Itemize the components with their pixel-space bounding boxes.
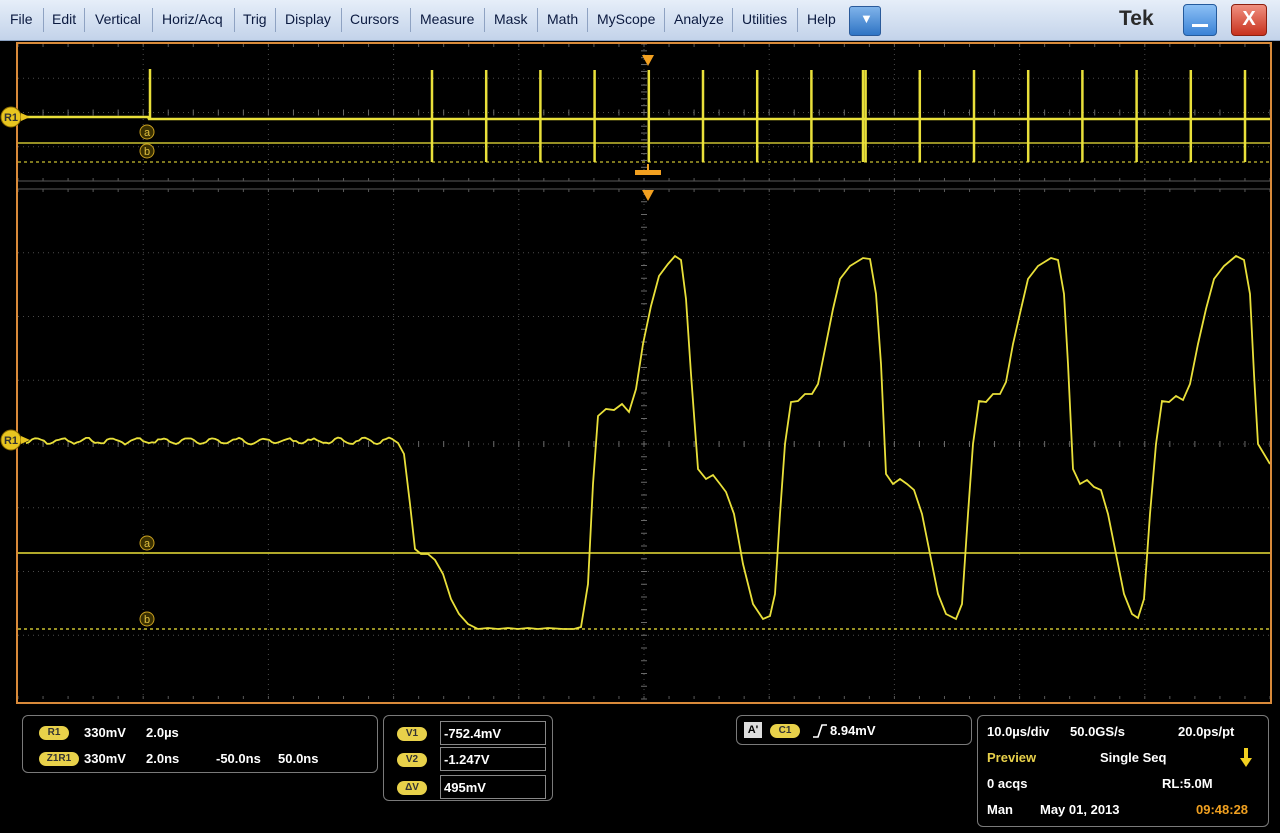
menu-separator <box>537 8 538 32</box>
menu-separator <box>410 8 411 32</box>
menu-measure[interactable]: Measure <box>420 11 474 27</box>
zoom-graticule <box>18 188 1270 700</box>
menu-dropdown-button[interactable]: ▼ <box>849 6 881 36</box>
menu-separator <box>484 8 485 32</box>
z1r1-scale: 330mV <box>84 751 126 766</box>
ref-markers: R1 R1 <box>0 106 30 451</box>
single-seq-arrow-icon <box>1240 748 1252 767</box>
menu-separator <box>797 8 798 32</box>
zoom-ref-label: R1 <box>4 435 18 447</box>
overview-cursor-a-label: a <box>144 127 151 139</box>
v2-badge: V2 <box>397 753 427 767</box>
overview-ref-label: R1 <box>4 112 18 124</box>
minimize-button[interactable] <box>1183 4 1217 36</box>
menu-analyze[interactable]: Analyze <box>674 11 724 27</box>
menu-separator <box>43 8 44 32</box>
zoom-cursor-b-label: b <box>144 614 150 626</box>
acquisition-info-panel[interactable]: 10.0µs/div 50.0GS/s 20.0ps/pt Preview Si… <box>977 715 1269 827</box>
menu-display[interactable]: Display <box>285 11 331 27</box>
minimize-icon <box>1192 24 1208 27</box>
trigger-a-label: A' <box>744 722 762 738</box>
menu-vertical[interactable]: Vertical <box>95 11 141 27</box>
trigger-info-panel[interactable]: A' C1 8.94mV <box>736 715 972 745</box>
run-mode[interactable]: Single Seq <box>1100 750 1166 765</box>
record-length: RL:5.0M <box>1162 776 1213 791</box>
v2-value: -1.247V <box>444 752 490 767</box>
zoom-cursor-a-label: a <box>144 538 151 550</box>
z1r1-width: 50.0ns <box>278 751 319 766</box>
z1r1-badge[interactable]: Z1R1 <box>39 752 79 766</box>
overview-cursor-b-label: b <box>144 146 150 158</box>
menu-separator <box>275 8 276 32</box>
resolution: 20.0ps/pt <box>1178 724 1235 739</box>
v1-value: -752.4mV <box>444 726 502 741</box>
menu-separator <box>664 8 665 32</box>
acquisition-time: 09:48:28 <box>1196 802 1249 817</box>
v1-value-box: -752.4mV <box>440 721 546 745</box>
zoom-trace <box>25 254 1270 630</box>
reference-info-panel[interactable]: R1 330mV 2.0µs Z1R1 330mV 2.0ns -50.0ns … <box>22 715 378 773</box>
cursor-readout-panel[interactable]: V1 -752.4mV V2 -1.247V ΔV 495mV <box>383 715 553 801</box>
brand-logo: Tek <box>1119 7 1154 30</box>
menu-separator <box>234 8 235 32</box>
trigger-level: 8.94mV <box>830 723 876 738</box>
sample-rate: 50.0GS/s <box>1070 724 1125 739</box>
delta-v-value-box: 495mV <box>440 775 546 799</box>
menu-horiz-acq[interactable]: Horiz/Acq <box>162 11 223 27</box>
v1-badge: V1 <box>397 727 427 741</box>
waveform-display[interactable]: a b a b <box>16 42 1272 704</box>
acquisition-mode: Preview <box>987 750 1037 765</box>
menu-separator <box>732 8 733 32</box>
menu-separator <box>84 8 85 32</box>
close-icon: X <box>1242 8 1256 30</box>
menu-mask[interactable]: Mask <box>494 11 527 27</box>
r1-scale: 330mV <box>84 725 126 740</box>
trigger-mode: Man <box>987 802 1013 817</box>
menu-help[interactable]: Help <box>807 11 836 27</box>
menu-separator <box>152 8 153 32</box>
menu-trig[interactable]: Trig <box>243 11 267 27</box>
z1r1-time: 2.0ns <box>146 751 180 766</box>
zoom-window-indicator <box>635 170 661 175</box>
menu-myscope[interactable]: MyScope <box>597 11 655 27</box>
trigger-source-badge[interactable]: C1 <box>770 724 800 738</box>
menu-edit[interactable]: Edit <box>52 11 76 27</box>
menu-bar: File Edit Vertical Horiz/Acq Trig Displa… <box>0 0 1280 41</box>
delta-v-badge: ΔV <box>397 781 427 795</box>
menu-cursors[interactable]: Cursors <box>350 11 399 27</box>
waveform-canvas[interactable]: a b a b <box>18 44 1270 702</box>
menu-separator <box>587 8 588 32</box>
menu-math[interactable]: Math <box>547 11 578 27</box>
rising-edge-icon <box>813 724 827 738</box>
r1-badge[interactable]: R1 <box>39 726 69 740</box>
z1r1-position: -50.0ns <box>216 751 261 766</box>
chevron-down-icon: ▼ <box>860 11 873 26</box>
delta-v-value: 495mV <box>444 780 486 795</box>
close-button[interactable]: X <box>1231 4 1267 36</box>
v2-value-box: -1.247V <box>440 747 546 771</box>
acquisition-count: 0 acqs <box>987 776 1028 791</box>
menu-utilities[interactable]: Utilities <box>742 11 787 27</box>
menu-separator <box>341 8 342 32</box>
acquisition-date: May 01, 2013 <box>1040 802 1120 817</box>
horizontal-scale: 10.0µs/div <box>987 724 1050 739</box>
r1-time: 2.0µs <box>146 725 179 740</box>
